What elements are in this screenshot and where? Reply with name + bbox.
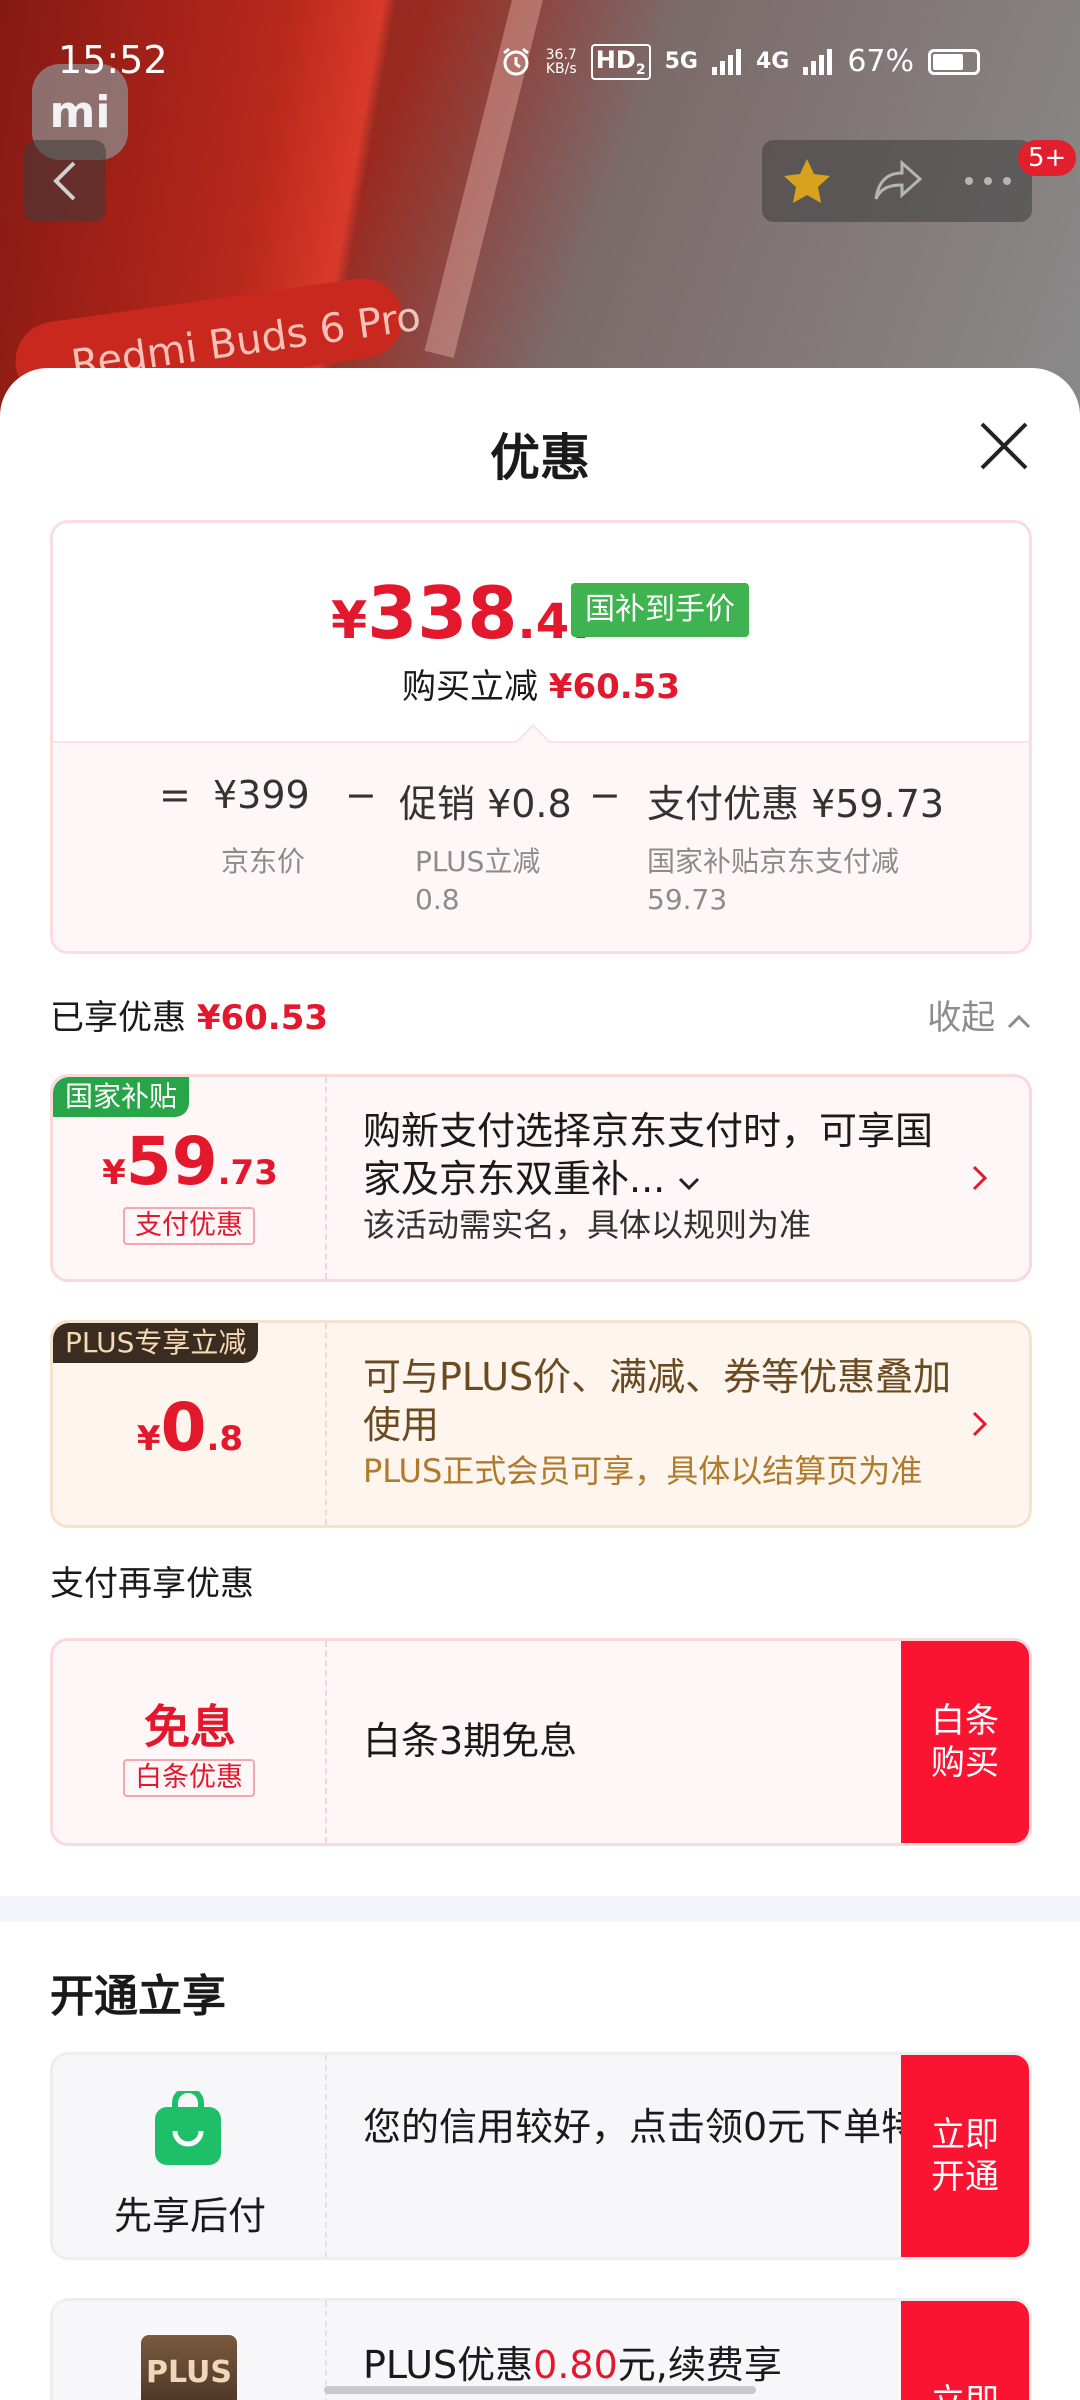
- signal-4g-icon: 4G: [755, 49, 790, 75]
- minus-sign: −: [345, 773, 377, 817]
- close-icon[interactable]: [976, 418, 1032, 474]
- collapse-button[interactable]: 收起: [927, 990, 1032, 1039]
- signal-bars-icon: [711, 48, 741, 75]
- coupon-description: 可与PLUS价、满减、券等优惠叠加使用 PLUS正式会员可享，具体以结算页为准: [363, 1353, 963, 1493]
- enjoyed-label: 已享优惠: [50, 998, 186, 1038]
- status-bar: 15:52 36.7 KB/s HD2 5G 4G 67%: [0, 0, 1080, 120]
- share-icon[interactable]: [872, 159, 924, 203]
- price-summary-card: ¥338.47 国补到手价 购买立减 ¥60.53 = ¥399 − 促销 ¥0…: [50, 520, 1032, 954]
- pay-discount-label: 国家补贴京东支付减 59.73: [647, 845, 900, 916]
- national-subsidy-card[interactable]: 国家补贴 ¥59.73 支付优惠 购新支付选择京东支付时，可享国家及京东双重补.…: [50, 1074, 1032, 1282]
- chevron-up-icon: [1007, 1014, 1031, 1029]
- pay-section-title: 支付再享优惠: [50, 1564, 254, 1604]
- coupon-amount: ¥59.73: [102, 1123, 278, 1200]
- national-subsidy-tag: 国家补贴: [53, 1077, 190, 1117]
- signal-bars-2-icon: [803, 48, 833, 75]
- coupon-note: 该活动需实名，具体以规则为准: [363, 1206, 812, 1244]
- plus-renewal-description: PLUS优惠0.80元,续费享: [363, 2343, 782, 2387]
- jd-price: ¥399: [213, 773, 310, 817]
- coupon-type-label: 白条优惠: [123, 1759, 255, 1797]
- network-speed: 36.7 KB/s: [545, 46, 577, 77]
- coupon-left: PLUS专享立减 ¥0.8: [53, 1323, 327, 1525]
- pay-later-label: 先享后付: [113, 2194, 266, 2238]
- open-section-title: 开通立享: [50, 1971, 226, 2022]
- coupon-left: PLUS: [53, 2301, 327, 2400]
- signal-5g-icon: 5G: [664, 49, 698, 75]
- status-icons: 36.7 KB/s HD2 5G 4G 67%: [500, 44, 980, 80]
- coupon-description: 白条3期免息: [363, 1719, 578, 1763]
- equals-sign: =: [159, 773, 191, 817]
- coupon-left: 先享后付: [53, 2055, 327, 2257]
- chevron-right-icon[interactable]: [963, 1162, 995, 1194]
- plus-renew-button[interactable]: 立即: [901, 2301, 1029, 2400]
- open-now-button[interactable]: 立即开通: [901, 2055, 1029, 2257]
- baitiao-card[interactable]: 免息 白条优惠 白条3期免息 白条购买: [50, 1638, 1032, 1846]
- message-count-badge: 5+: [1018, 140, 1077, 176]
- pay-later-card[interactable]: 先享后付 您的信用较好，点击领0元下单特权 立即开通: [50, 2052, 1032, 2260]
- plus-renewal-card[interactable]: PLUS PLUS优惠0.80元,续费享 立即: [50, 2298, 1032, 2400]
- final-price: ¥338.47: [331, 571, 603, 655]
- status-time: 15:52: [58, 38, 168, 82]
- enjoyed-value: ¥60.53: [196, 998, 329, 1038]
- home-indicator[interactable]: [324, 2386, 756, 2394]
- coupon-note: PLUS正式会员可享，具体以结算页为准: [363, 1452, 923, 1490]
- coupon-amount: 免息: [144, 1700, 236, 1754]
- coupon-left: 国家补贴 ¥59.73 支付优惠: [53, 1077, 327, 1279]
- promo-amount: 促销 ¥0.8: [399, 782, 572, 826]
- favorite-star-icon[interactable]: [782, 157, 832, 205]
- shopping-bag-icon: [155, 2091, 221, 2165]
- price-summary-top: ¥338.47 国补到手价 购买立减 ¥60.53: [53, 523, 1029, 741]
- minus-sign-2: −: [589, 773, 621, 817]
- purchase-reduction: 购买立减 ¥60.53: [401, 667, 680, 707]
- plus-tag: PLUS专享立减: [53, 1323, 259, 1363]
- price-formula: = ¥399 − 促销 ¥0.8 − 支付优惠 ¥59.73: [53, 773, 1029, 826]
- top-action-group: [762, 140, 1032, 222]
- final-price-tag: 国补到手价: [571, 583, 749, 637]
- coupon-left: 免息 白条优惠: [53, 1641, 327, 1843]
- sheet-title: 优惠: [490, 429, 590, 487]
- coupon-amount: ¥0.8: [136, 1389, 244, 1466]
- coupon-description: 购新支付选择京东支付时，可享国家及京东双重补... 该活动需实名，具体以规则为准: [363, 1107, 963, 1247]
- plus-logo: PLUS: [141, 2335, 237, 2400]
- chevron-left-icon: [53, 161, 76, 201]
- plus-discount-card[interactable]: PLUS专享立减 ¥0.8 可与PLUS价、满减、券等优惠叠加使用 PLUS正式…: [50, 1320, 1032, 1528]
- promo-label: PLUS立减 0.8: [415, 845, 541, 916]
- more-icon[interactable]: [964, 176, 1012, 186]
- enjoyed-discount-row: 已享优惠 ¥60.53 收起: [50, 990, 1032, 1039]
- chevron-down-icon[interactable]: [677, 1176, 701, 1192]
- price-breakdown: = ¥399 − 促销 ¥0.8 − 支付优惠 ¥59.73 京东价 PLUS立…: [53, 741, 1029, 951]
- discount-sheet: 优惠 ¥338.47 国补到手价 购买立减 ¥60.53 = ¥399 − 促销…: [0, 368, 1080, 2400]
- battery-icon: [928, 48, 980, 75]
- jd-price-label: 京东价: [221, 845, 306, 878]
- battery-percent: 67%: [847, 44, 914, 80]
- baitiao-buy-button[interactable]: 白条购买: [901, 1641, 1029, 1843]
- pay-later-description: 您的信用较好，点击领0元下单特权: [363, 2105, 958, 2149]
- coupon-type-label: 支付优惠: [123, 1207, 255, 1245]
- pay-discount: 支付优惠 ¥59.73: [647, 782, 945, 826]
- section-divider: [0, 1896, 1080, 1922]
- chevron-right-icon[interactable]: [963, 1408, 995, 1440]
- screen: Redmi Buds 6 Pro mi 15:52 36.7 KB/s HD2 5…: [0, 0, 1080, 2400]
- hd-icon: HD2: [590, 44, 651, 80]
- alarm-icon: [502, 47, 529, 76]
- back-button[interactable]: [24, 140, 106, 222]
